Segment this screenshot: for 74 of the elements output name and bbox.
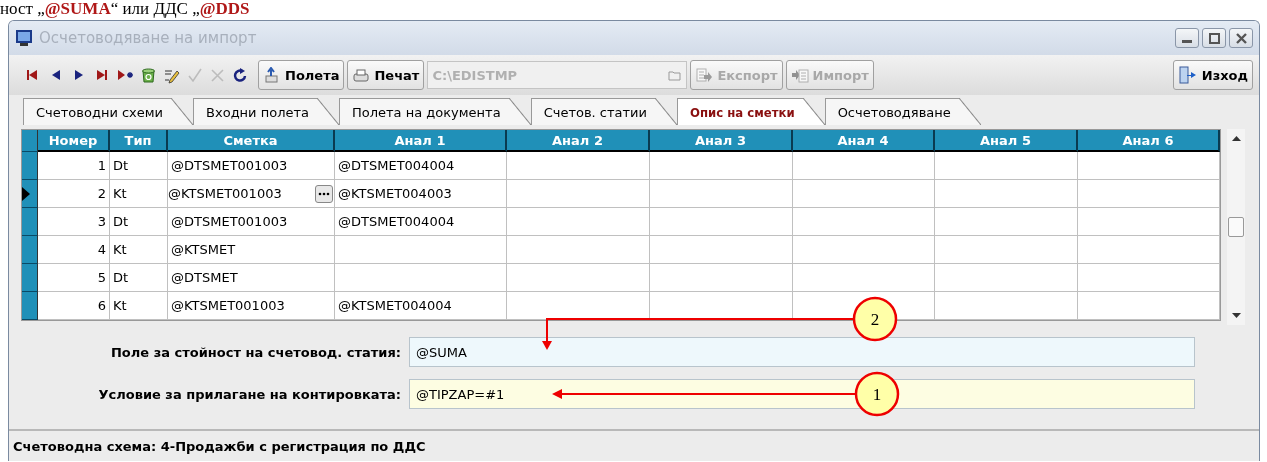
row-indicator[interactable] <box>22 152 38 180</box>
column-header[interactable]: Анал 4 <box>793 130 935 152</box>
column-header[interactable]: Анал 1 <box>335 130 507 152</box>
minimize-button[interactable] <box>1175 28 1199 48</box>
ellipsis-button[interactable] <box>315 184 333 203</box>
tab[interactable]: Входни полета <box>193 98 339 125</box>
callout-badge: 2 <box>852 296 898 342</box>
column-header[interactable]: Анал 6 <box>1078 130 1220 152</box>
column-header[interactable]: Анал 5 <box>935 130 1078 152</box>
table-cell: @DTSMET <box>168 264 335 292</box>
recycle-bin-icon[interactable] <box>140 66 157 84</box>
column-header[interactable]: Анал 3 <box>650 130 793 152</box>
ellipsis-icon <box>318 191 330 196</box>
table-cell: 2 <box>38 180 110 208</box>
table-cell: Dt <box>110 264 168 292</box>
close-icon <box>1235 32 1247 44</box>
print-button[interactable]: Печат <box>347 60 425 90</box>
row-header <box>22 130 38 152</box>
table-cell: @DTSMET001003 <box>168 208 335 236</box>
current-row-icon <box>22 186 30 201</box>
fields-button[interactable]: Полета <box>258 60 345 90</box>
column-header[interactable]: Сметка <box>168 130 335 152</box>
field-label: Поле за стойност на счетовод. статия: <box>110 344 402 360</box>
app-icon <box>15 29 33 47</box>
vertical-scrollbar[interactable] <box>1227 129 1245 325</box>
table-cell: 6 <box>38 292 110 320</box>
maximize-button[interactable] <box>1202 28 1226 48</box>
input-field[interactable]: @SUMA <box>409 337 1195 367</box>
table-cell: @DTSMET001003 <box>168 152 335 180</box>
table-cell: @KTSMET004004 <box>335 292 507 320</box>
table-cell: @DTSMET004004 <box>335 152 507 180</box>
column-header[interactable]: Анал 2 <box>507 130 650 152</box>
table-cell: 5 <box>38 264 110 292</box>
table-cell: 1 <box>38 152 110 180</box>
export-icon <box>695 66 714 84</box>
table-cell: @DTSMET004004 <box>335 208 507 236</box>
table-cell: Dt <box>110 208 168 236</box>
row-indicator[interactable] <box>22 292 38 320</box>
row-indicator[interactable] <box>22 180 38 208</box>
table-cell: 4 <box>38 236 110 264</box>
close-button[interactable] <box>1229 28 1253 48</box>
upload-icon <box>263 66 281 84</box>
tab[interactable]: Опис на сметки <box>677 98 825 125</box>
cell-editor-text[interactable]: @KTSMET001003 <box>168 186 282 201</box>
column-header[interactable]: Номер <box>38 130 110 152</box>
row-indicator[interactable] <box>22 208 38 236</box>
table-cell: @KTSMET001003 <box>168 292 335 320</box>
row-indicator[interactable] <box>22 236 38 264</box>
table-cell: @KTSMET <box>168 236 335 264</box>
minimize-icon <box>1182 40 1192 43</box>
maximize-icon <box>1208 32 1220 44</box>
import-icon <box>790 66 809 84</box>
refresh-icon[interactable] <box>232 66 249 84</box>
table-cell: Dt <box>110 152 168 180</box>
table-cell: Kt <box>110 292 168 320</box>
table-cell: 3 <box>38 208 110 236</box>
callout-badge: 1 <box>854 371 900 417</box>
tab[interactable]: Счетоводни схеми <box>23 98 194 125</box>
scroll-up-icon[interactable] <box>1231 135 1241 141</box>
field-label: Условие за прилагане на контировката: <box>97 386 402 402</box>
row-indicator[interactable] <box>22 264 38 292</box>
printer-icon <box>352 66 371 84</box>
scroll-down-icon[interactable] <box>1231 313 1241 319</box>
tab[interactable]: Счетов. статии <box>530 98 677 125</box>
tab[interactable]: Полета на документа <box>339 98 531 125</box>
exit-button[interactable]: Изход <box>1172 60 1253 90</box>
scroll-thumb[interactable] <box>1228 217 1244 237</box>
column-header[interactable]: Тип <box>110 130 168 152</box>
caption-text: ност „@SUMA“ или ДДС „@DDS <box>0 0 251 20</box>
table-cell: @KTSMET004003 <box>335 180 507 208</box>
table-cell: Kt <box>110 180 168 208</box>
tab[interactable]: Осчетоводяване <box>824 98 981 125</box>
table-cell: Kt <box>110 236 168 264</box>
exit-door-icon <box>1177 66 1198 84</box>
